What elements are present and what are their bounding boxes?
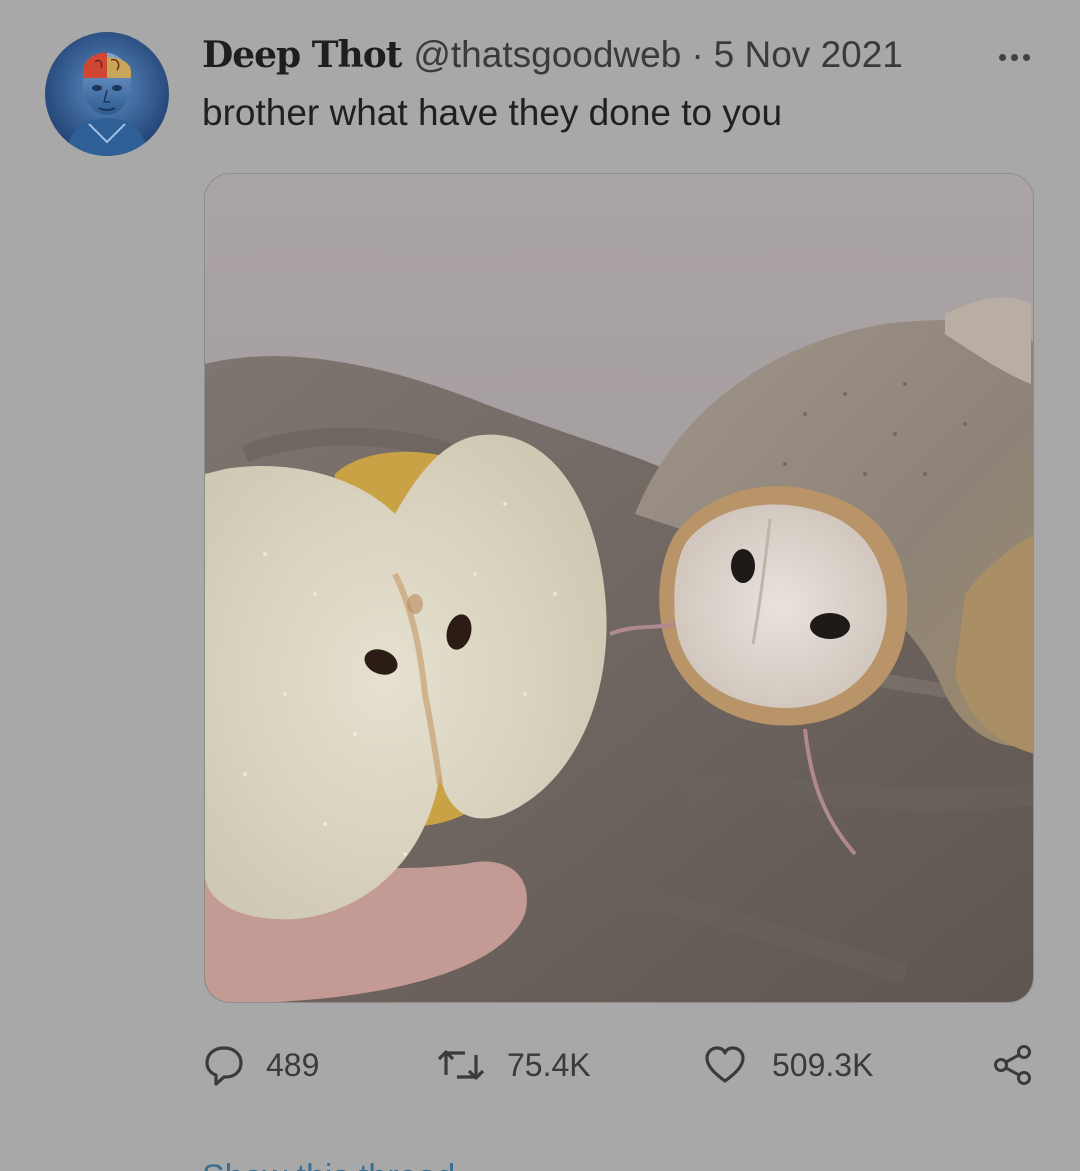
separator-dot: · [691, 34, 704, 75]
user-handle[interactable]: @thatsgoodweb [413, 34, 681, 76]
heart-icon [705, 1046, 745, 1083]
tweet-photo[interactable] [204, 173, 1034, 1003]
retweet-count: 75.4K [507, 1046, 591, 1083]
tweet-header: Deep Thot @thatsgoodweb · 5 Nov 2021 [202, 34, 920, 82]
more-horizontal-icon [998, 53, 1006, 61]
like-count: 509.3K [772, 1046, 874, 1083]
more-options-button[interactable] [988, 44, 1040, 70]
tweet-screen: Deep Thot @thatsgoodweb · 5 Nov 2021 bro… [0, 0, 1080, 1171]
show-thread-link[interactable]: Show this thread [202, 1157, 455, 1171]
share-icon [994, 1045, 1031, 1085]
like-button[interactable]: 509.3K [704, 1040, 873, 1090]
tweet-text: brother what have they done to you [202, 92, 783, 133]
reply-button[interactable]: 489 [204, 1040, 319, 1090]
retweet-button[interactable]: 75.4K [437, 1040, 591, 1090]
reply-bubble-icon [205, 1046, 243, 1086]
retweet-icon [437, 1050, 485, 1080]
tweet-date[interactable]: 5 Nov 2021 [714, 34, 903, 76]
tweet-actions-bar: 489 75.4K 509.3K [0, 1040, 1080, 1090]
avatar[interactable] [45, 32, 169, 156]
anatomical-head-avatar-icon [45, 32, 169, 156]
reply-count: 489 [266, 1046, 320, 1083]
owl-and-pear-photo [205, 174, 1033, 1002]
share-button[interactable] [992, 1040, 1034, 1090]
display-name[interactable]: Deep Thot [202, 34, 402, 76]
